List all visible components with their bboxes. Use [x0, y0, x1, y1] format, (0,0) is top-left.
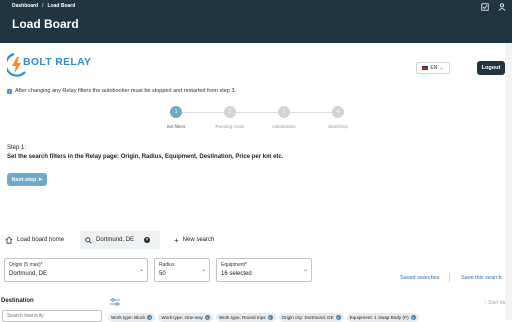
equipment-label: Equipment*	[221, 262, 247, 268]
chevron-down-icon: ⌄	[201, 267, 207, 273]
search-icon	[85, 236, 92, 244]
inbox-icon[interactable]	[481, 3, 489, 11]
new-search-label: New search	[182, 237, 215, 243]
uk-flag-icon	[422, 66, 429, 70]
home-icon	[5, 236, 13, 244]
start-date-label: ↑ Start da	[484, 300, 505, 306]
destination-label: Destination	[1, 298, 34, 304]
radius-field[interactable]: Radius 50 ⌄	[154, 258, 210, 282]
close-tab-icon[interactable]: ✕	[144, 237, 151, 243]
step-4-circle[interactable]: 4	[332, 106, 344, 118]
remove-chip-icon[interactable]: ✕	[410, 315, 416, 320]
step-4-label: Start/Stop	[327, 124, 348, 129]
radius-value: 50	[159, 271, 166, 277]
start-date-icon: ↑	[484, 300, 487, 306]
step-2-circle[interactable]: 2	[224, 106, 236, 118]
save-search-link[interactable]: Save this search	[461, 275, 502, 281]
filter-chip-label: Work type: Round trips	[218, 315, 266, 320]
next-step-button[interactable]: Next step ➤	[7, 173, 47, 186]
step-3-label: Initialization	[272, 124, 296, 129]
plus-icon: +	[174, 235, 179, 245]
filter-chip[interactable]: Equipment: 1 Swap Body (P) ✕	[346, 313, 419, 322]
chevron-down-icon: ⌄	[139, 267, 145, 273]
equipment-value: 16 selected	[221, 271, 252, 277]
scrollbar[interactable]	[505, 43, 512, 320]
top-bar: Dashboard / Load Board Load Board	[0, 0, 512, 43]
destination-input[interactable]	[2, 310, 102, 322]
tab-dortmund[interactable]: Dortmund, DE ✕	[80, 231, 160, 249]
language-value: EN	[430, 65, 438, 71]
step-1-label: Set filters	[166, 124, 186, 129]
filter-chip[interactable]: Work type: One-way ✕	[158, 313, 213, 322]
origin-field[interactable]: Origin (5 max)* Dortmund, DE ⌄	[4, 258, 148, 282]
start-date-text: Start da	[487, 300, 506, 306]
remove-chip-icon[interactable]: ✕	[204, 315, 210, 320]
filter-chip-label: Equipment: 1 Swap Body (P)	[349, 315, 409, 320]
link-divider	[449, 273, 450, 282]
step-instructions: Set the search filters in the Relay page…	[7, 154, 284, 160]
tab-home-label: Load board home	[17, 237, 65, 243]
tab-load-board-home[interactable]: Load board home	[3, 231, 75, 249]
step-2-label: Running mode	[215, 124, 245, 129]
filter-chip-label: Origin city: Dortmund, DE	[281, 315, 334, 320]
breadcrumb: Dashboard / Load Board	[12, 3, 75, 9]
step-1-circle[interactable]: 1	[170, 106, 182, 118]
origin-value: Dortmund, DE	[9, 271, 48, 277]
breadcrumb-load-board: Load Board	[47, 3, 76, 9]
tab-search-label: Dortmund, DE	[96, 237, 135, 243]
filter-chip[interactable]: Origin city: Dortmund, DE ✕	[278, 313, 344, 322]
radius-label: Radius	[159, 262, 175, 268]
chevron-down-icon: ⌄	[303, 267, 309, 273]
chevron-down-icon: ⌄	[439, 65, 444, 71]
stepper-track	[176, 112, 338, 113]
breadcrumb-separator: /	[42, 3, 44, 9]
step-3-circle[interactable]: 3	[278, 106, 290, 118]
brand-name: BOLT RELAY	[23, 56, 92, 68]
origin-label: Origin (5 max)*	[9, 262, 43, 268]
user-icon[interactable]	[498, 3, 506, 11]
language-select[interactable]: EN ⌄	[416, 62, 450, 74]
logout-button[interactable]: Logout	[477, 61, 505, 75]
info-icon: i	[7, 88, 12, 94]
active-filter-chips: Work type: Block ✕ Work type: One-way ✕ Wo…	[108, 313, 419, 322]
filter-chip-label: Work type: Block	[111, 315, 146, 320]
saved-searches-link[interactable]: Saved searches	[400, 275, 439, 281]
sliders-icon[interactable]	[110, 298, 120, 306]
page-title: Load Board	[12, 17, 79, 31]
remove-chip-icon[interactable]: ✕	[267, 315, 273, 320]
filter-chip[interactable]: Work type: Block ✕	[108, 313, 156, 322]
breadcrumb-dashboard[interactable]: Dashboard	[12, 3, 38, 9]
filter-chip-label: Work type: One-way	[161, 315, 203, 320]
filter-chip[interactable]: Work type: Round trips ✕	[215, 313, 276, 322]
step-heading: Step 1:	[7, 145, 27, 151]
remove-chip-icon[interactable]: ✕	[335, 315, 341, 320]
equipment-field[interactable]: Equipment* 16 selected ⌄	[216, 258, 312, 282]
new-search-button[interactable]: + New search	[170, 231, 230, 249]
search-tabs: Load board home Dortmund, DE ✕ + New sea…	[0, 231, 512, 249]
remove-chip-icon[interactable]: ✕	[147, 315, 153, 320]
info-message: i After changing any Relay filters the a…	[7, 88, 236, 94]
info-text: After changing any Relay filters the aut…	[15, 88, 237, 94]
